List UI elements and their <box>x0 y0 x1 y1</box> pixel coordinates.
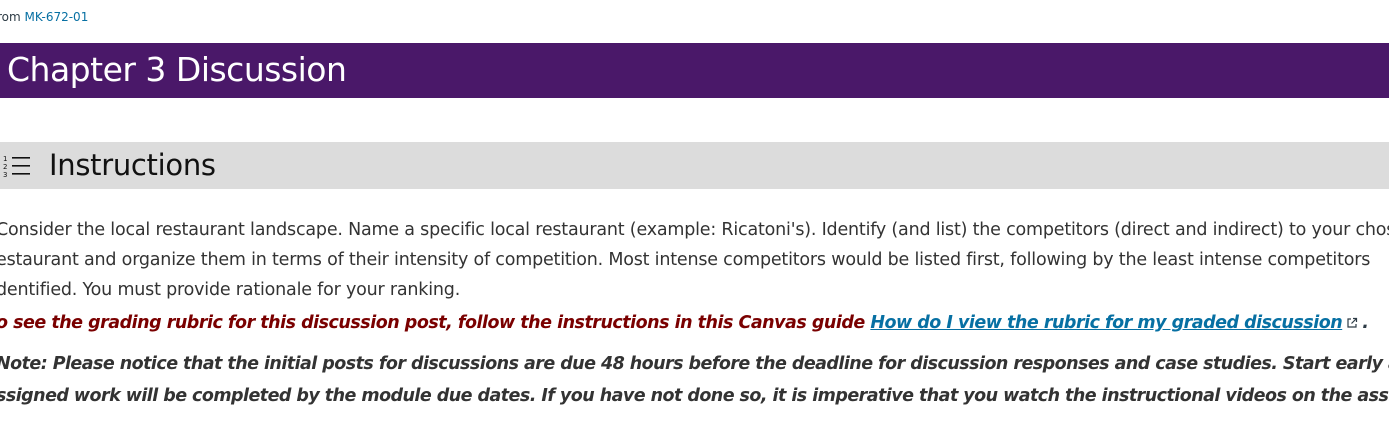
breadcrumb-prefix: rom <box>0 10 21 24</box>
section-heading: Instructions <box>49 148 216 182</box>
svg-text:3: 3 <box>3 171 7 179</box>
breadcrumb: rom MK-672-01 <box>0 10 88 24</box>
rubric-text: o see the grading rubric for this discus… <box>0 313 871 333</box>
note-line: ssigned work will be completed by the mo… <box>0 386 1389 406</box>
numbered-list-icon: 1 2 3 <box>3 155 30 179</box>
rubric-trailing: . <box>1362 313 1369 333</box>
svg-text:1: 1 <box>3 155 7 163</box>
note-line: Note: Please notice that the initial pos… <box>0 354 1389 374</box>
svg-text:2: 2 <box>3 163 7 171</box>
page-title: Chapter 3 Discussion <box>7 50 347 89</box>
instructions-line: estaurant and organize them in terms of … <box>0 250 1371 270</box>
instructions-line: Consider the local restaurant landscape.… <box>0 220 1389 240</box>
deadline-note: Note: Please notice that the initial pos… <box>0 348 1389 412</box>
rubric-instructions: o see the grading rubric for this discus… <box>0 313 1369 333</box>
instructions-paragraph: Consider the local restaurant landscape.… <box>0 215 1389 305</box>
discussion-page: rom MK-672-01 Chapter 3 Discussion 1 2 3… <box>0 0 1389 440</box>
title-banner: Chapter 3 Discussion <box>0 43 1389 98</box>
instructions-header: 1 2 3 Instructions <box>0 142 1389 189</box>
instructions-line: dentified. You must provide rationale fo… <box>0 280 461 300</box>
rubric-guide-link[interactable]: How do I view the rubric for my graded d… <box>870 313 1342 333</box>
course-link[interactable]: MK-672-01 <box>25 10 89 24</box>
external-link-icon <box>1347 317 1358 328</box>
